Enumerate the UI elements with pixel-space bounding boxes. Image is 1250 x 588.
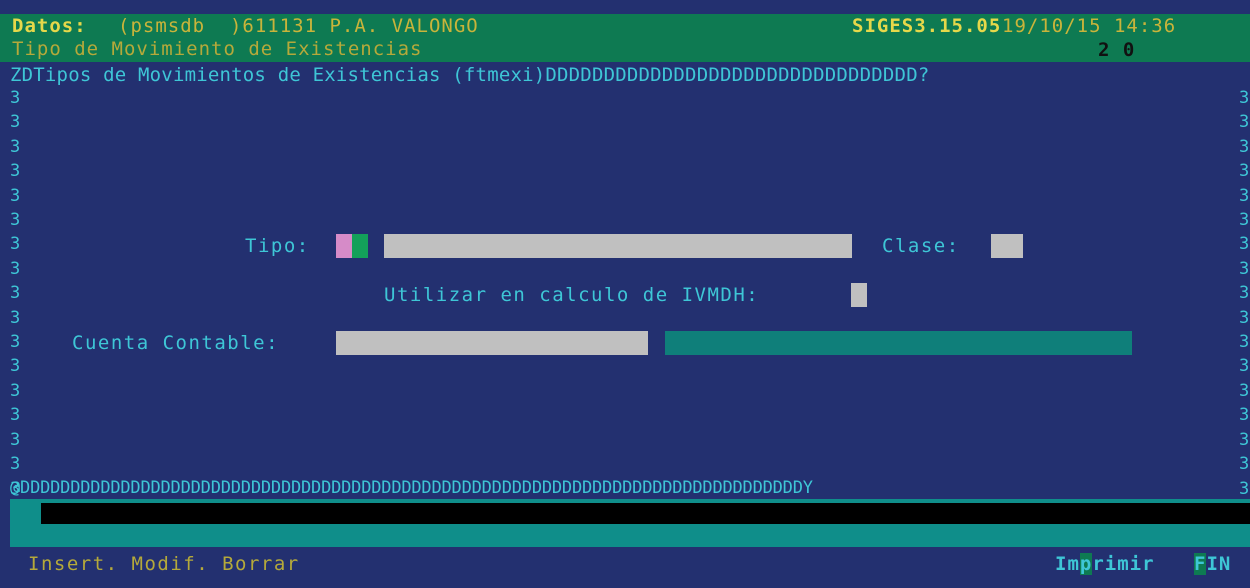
window-right-border: 3 3 3 3 3 3 3 3 3 3 3 3 3 3 3 3 3 — [1239, 88, 1250, 499]
cuenta-contable-field[interactable] — [336, 331, 648, 355]
fin-hotkey: F — [1194, 553, 1207, 575]
fin-suffix: IN — [1206, 553, 1232, 575]
cuenta-description-field — [665, 331, 1132, 355]
window-top-border: ZDTipos de Movimientos de Existencias (f… — [10, 64, 930, 86]
ivmdh-label: Utilizar en calculo de IVMDH: — [384, 284, 760, 306]
tipo-label: Tipo: — [245, 235, 310, 257]
datos-label: Datos: — [12, 15, 87, 37]
screen-subtitle: Tipo de Movimiento de Existencias — [12, 38, 423, 60]
fin-menu-item[interactable]: FIN — [1194, 552, 1231, 576]
imprimir-prefix: Im — [1055, 553, 1080, 575]
footer-actions[interactable]: Insert. Modif. Borrar — [28, 552, 300, 576]
window-bottom-border: @DDDDDDDDDDDDDDDDDDDDDDDDDDDDDDDDDDDDDDD… — [10, 478, 813, 498]
datetime-label: 19/10/15 14:36 — [1002, 15, 1177, 37]
imprimir-suffix: rimir — [1092, 553, 1155, 575]
version-label: SIGES3.15.05 — [852, 15, 1002, 37]
tipo-code-field[interactable] — [352, 234, 368, 258]
record-counter: 2 0 — [1098, 39, 1136, 61]
imprimir-menu-item[interactable]: Imprimir — [1055, 552, 1155, 576]
command-input[interactable] — [41, 503, 1250, 524]
tipo-code-cursor[interactable] — [336, 234, 352, 258]
datos-value: (psmsdb )611131 P.A. VALONGO — [118, 15, 479, 37]
ivmdh-field[interactable] — [851, 283, 867, 307]
cuenta-contable-label: Cuenta Contable: — [72, 332, 280, 354]
window-left-border: 3 3 3 3 3 3 3 3 3 3 3 3 3 3 3 3 3 — [10, 88, 21, 499]
imprimir-hotkey: p — [1079, 553, 1093, 575]
tipo-description-field[interactable] — [384, 234, 852, 258]
clase-label: Clase: — [882, 235, 960, 257]
clase-field[interactable] — [991, 234, 1023, 258]
